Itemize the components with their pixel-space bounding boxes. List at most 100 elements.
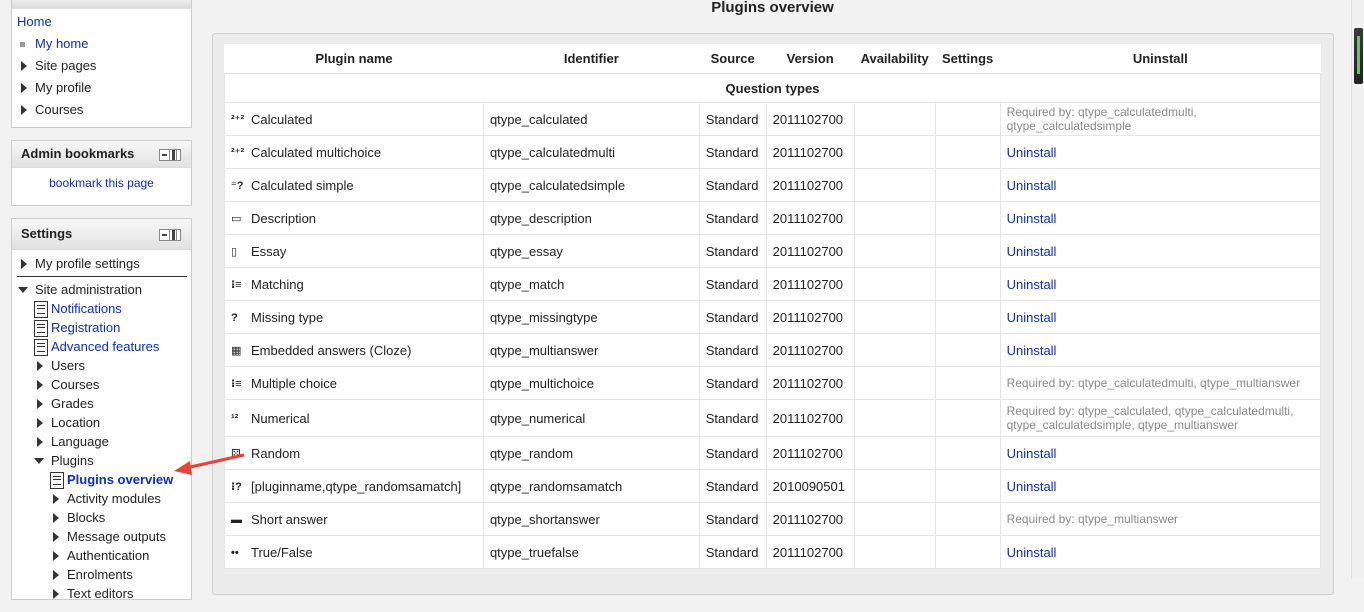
collapse-arrow-icon	[34, 458, 44, 464]
settings-item-advanced-features[interactable]: Advanced features	[34, 337, 159, 357]
advanced-features-link[interactable]: Advanced features	[51, 339, 159, 354]
uninstall-link[interactable]: Uninstall	[1007, 244, 1057, 259]
uninstall-link[interactable]: Uninstall	[1007, 277, 1057, 292]
plugin-name: Multiple choice	[251, 376, 337, 392]
settings-title: Settings	[21, 226, 73, 241]
table-row: ⁼? Calculated simple qtype_calculatedsimpl…	[224, 168, 1322, 202]
courses-label: Courses	[51, 377, 100, 392]
plugin-version: 2011102700	[765, 300, 855, 334]
scrollbar-thumb[interactable]	[1354, 28, 1363, 84]
col-header-version: Version	[766, 44, 855, 74]
plugin-identifier: qtype_essay	[482, 234, 700, 268]
calculated-simple-icon: ⁼?	[231, 179, 244, 192]
notifications-link[interactable]: Notifications	[51, 301, 122, 316]
settings-item-grades[interactable]: Grades	[36, 394, 94, 414]
settings-item-activity-modules[interactable]: Activity modules	[52, 489, 161, 509]
nav-home-link[interactable]: Home	[17, 14, 52, 29]
uninstall-link[interactable]: Uninstall	[1007, 145, 1057, 160]
uninstall-link[interactable]: Uninstall	[1007, 545, 1057, 560]
uninstall-link[interactable]: Uninstall	[1007, 343, 1057, 358]
uninstall-link[interactable]: Uninstall	[1007, 310, 1057, 325]
required-by-text: Required by: qtype_calculatedmulti, qtyp…	[1006, 105, 1197, 133]
plugin-settings	[934, 201, 1001, 235]
vertical-scrollbar[interactable]	[1351, 0, 1364, 579]
plugin-uninstall-cell: Required by: qtype_calculatedmulti, qtyp…	[999, 366, 1322, 400]
registration-link[interactable]: Registration	[51, 320, 120, 335]
plugin-settings	[934, 469, 1001, 503]
block-dock-control-icon[interactable]	[159, 149, 181, 161]
plugin-identifier: qtype_multianswer	[482, 333, 700, 367]
plugin-identifier: qtype_calculatedmulti	[482, 135, 700, 169]
col-header-uninstall: Uninstall	[1000, 44, 1321, 74]
table-row: ⁝≡ Matching qtype_match Standard 2011102700 U…	[224, 267, 1322, 301]
settings-item-text-editors[interactable]: Text editors	[52, 584, 133, 604]
settings-item-notifications[interactable]: Notifications	[34, 299, 122, 319]
plugins-table: Plugin name Identifier Source Version Av…	[224, 44, 1322, 569]
uninstall-link[interactable]: Uninstall	[1007, 211, 1057, 226]
plugin-name: Numerical	[251, 411, 310, 427]
nav-item-courses[interactable]: Courses	[20, 100, 83, 120]
settings-item-users[interactable]: Users	[36, 356, 85, 376]
table-row: ▭ Description qtype_description Standard 201…	[224, 201, 1322, 235]
uninstall-link[interactable]: Uninstall	[1007, 446, 1057, 461]
plugin-name: Matching	[251, 277, 304, 293]
uninstall-link[interactable]: Uninstall	[1007, 479, 1057, 494]
block-dock-control-icon[interactable]	[159, 229, 181, 241]
admin-bookmarks-header: Admin bookmarks	[12, 141, 191, 168]
settings-my-profile-settings[interactable]: My profile settings	[20, 254, 140, 274]
table-row: •• True/False qtype_truefalse Standard 20111…	[224, 535, 1322, 569]
nav-item-my-home[interactable]: My home	[20, 34, 88, 54]
plugin-name-cell: ? Missing type	[224, 300, 484, 334]
users-label: Users	[51, 358, 85, 373]
settings-item-message-outputs[interactable]: Message outputs	[52, 527, 166, 547]
plugin-version: 2011102700	[765, 535, 855, 569]
calculated-icon: ²⁺²	[231, 113, 245, 126]
plugin-name: Calculated multichoice	[251, 145, 382, 161]
plugin-source: Standard	[698, 201, 767, 235]
plugin-source: Standard	[698, 502, 767, 536]
site-administration-label: Site administration	[35, 282, 142, 297]
plugin-name-cell: ▦ Embedded answers (Cloze)	[224, 333, 484, 367]
settings-item-authentication[interactable]: Authentication	[52, 546, 149, 566]
plugin-version: 2011102700	[765, 201, 855, 235]
plugin-identifier: qtype_truefalse	[482, 535, 700, 569]
settings-item-blocks[interactable]: Blocks	[52, 508, 105, 528]
nav-item-home[interactable]: Home	[17, 12, 52, 32]
settings-item-language[interactable]: Language	[36, 432, 109, 452]
settings-item-enrolments[interactable]: Enrolments	[52, 565, 133, 585]
grades-label: Grades	[51, 396, 94, 411]
required-by-text: Required by: qtype_calculatedmulti, qtyp…	[1006, 376, 1301, 390]
plugin-availability	[853, 333, 936, 367]
col-header-source: Source	[699, 44, 767, 74]
settings-item-courses[interactable]: Courses	[36, 375, 99, 395]
nav-my-profile-label: My profile	[35, 80, 92, 95]
plugin-name-cell: ²⁺² Calculated multichoice	[224, 135, 484, 169]
settings-item-plugins[interactable]: Plugins	[34, 451, 94, 471]
table-row: ▦ Embedded answers (Cloze) qtype_multiansw…	[224, 333, 1322, 367]
table-row: ⚄ Random qtype_random Standard 2011102700 Uni…	[224, 436, 1322, 470]
plugin-source: Standard	[698, 399, 767, 437]
plugin-availability	[853, 399, 936, 437]
settings-item-plugins-overview[interactable]: Plugins overview	[50, 470, 173, 490]
nav-item-site-pages[interactable]: Site pages	[20, 56, 96, 76]
plugin-availability	[853, 502, 936, 536]
plugins-overview-link[interactable]: Plugins overview	[67, 472, 173, 487]
settings-site-administration[interactable]: Site administration	[18, 280, 142, 300]
bookmark-this-page-link[interactable]: bookmark this page	[49, 176, 154, 190]
plugin-source: Standard	[698, 135, 767, 169]
plugin-version: 2011102700	[765, 234, 855, 268]
uninstall-link[interactable]: Uninstall	[1007, 178, 1057, 193]
plugin-uninstall-cell: Uninstall	[999, 535, 1322, 569]
plugin-settings	[934, 168, 1001, 202]
plugin-version: 2011102700	[765, 102, 855, 136]
message-outputs-label: Message outputs	[67, 529, 167, 544]
plugin-identifier: qtype_random	[482, 436, 700, 470]
nav-my-home-link[interactable]: My home	[35, 36, 88, 51]
plugin-identifier: qtype_description	[482, 201, 700, 235]
settings-item-registration[interactable]: Registration	[34, 318, 120, 338]
settings-item-location[interactable]: Location	[36, 413, 100, 433]
plugin-name-cell: ▬ Short answer	[224, 502, 484, 536]
expand-arrow-icon	[37, 361, 43, 371]
nav-item-my-profile[interactable]: My profile	[20, 78, 91, 98]
nav-courses-label: Courses	[35, 102, 84, 117]
